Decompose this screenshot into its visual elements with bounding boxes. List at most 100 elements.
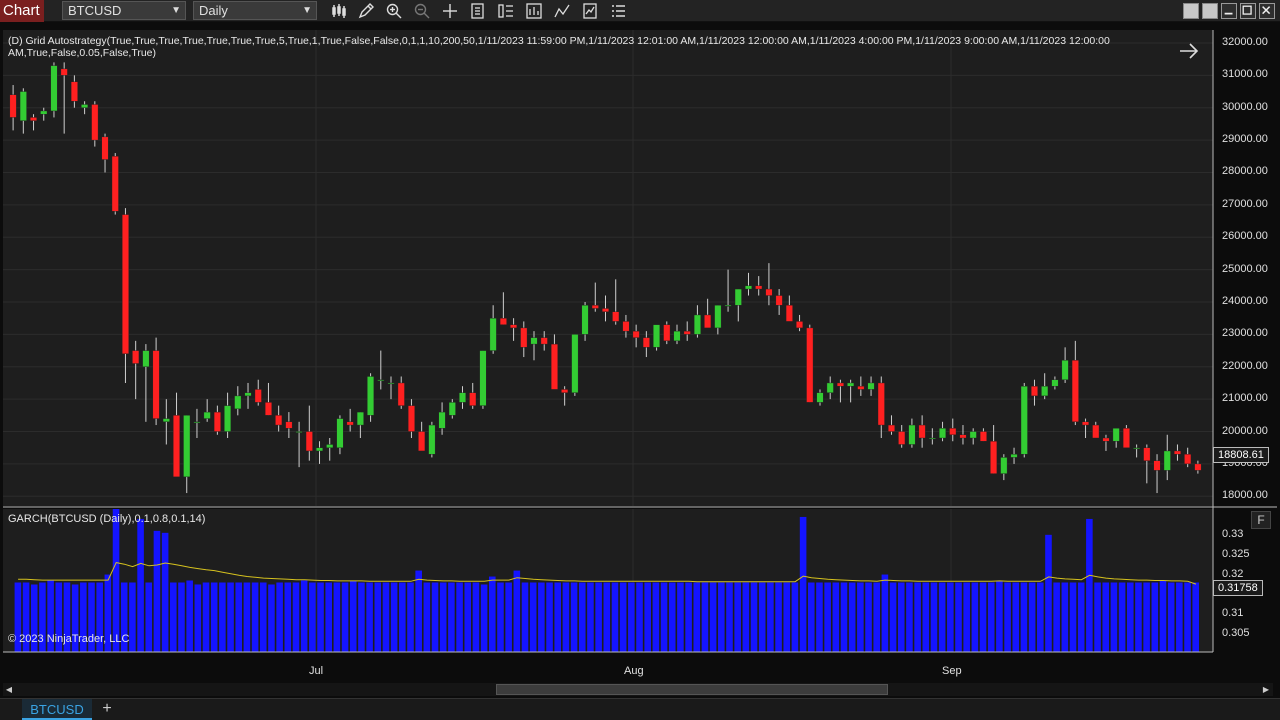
garch-bar — [807, 582, 815, 652]
garch-bar — [652, 582, 660, 652]
tab-btcusd[interactable]: BTCUSD — [22, 699, 92, 720]
garch-bar — [636, 582, 643, 652]
price-axis-label: 27000.00 — [1222, 197, 1268, 210]
candle-down — [152, 350, 160, 419]
price-axis-label: 32000.00 — [1222, 35, 1268, 48]
copyright-label: © 2023 NinjaTrader, LLC — [8, 633, 130, 645]
garch-bar — [595, 582, 602, 652]
garch-bar — [816, 582, 823, 652]
garch-bar — [521, 582, 529, 652]
garch-bar — [750, 582, 758, 652]
candle-up — [295, 431, 303, 433]
garch-bar — [497, 582, 504, 652]
garch-bar — [775, 582, 782, 652]
horizontal-scrollbar[interactable]: ◀ ▶ — [3, 683, 1273, 696]
candle-down — [1143, 447, 1151, 461]
candlestick-series — [9, 62, 1202, 494]
candle-up — [479, 350, 487, 406]
candle-up — [1051, 379, 1059, 387]
candle-up — [326, 444, 334, 448]
candle-down — [346, 421, 354, 426]
garch-bar — [1110, 582, 1118, 652]
candle-down — [510, 324, 518, 329]
indicator-axis-label: 0.31 — [1222, 607, 1244, 620]
garch-bar — [922, 582, 930, 652]
garch-bar — [251, 582, 259, 652]
chart-tab-bar: BTCUSD + — [0, 698, 1280, 720]
garch-bar — [546, 582, 553, 652]
strategy-label-line2: AM,True,False,0.05,False,True) — [8, 47, 157, 59]
candle-up — [193, 421, 201, 424]
garch-bar — [562, 582, 570, 652]
add-tab-icon[interactable]: + — [96, 699, 118, 720]
garch-bar — [1045, 534, 1052, 652]
garch-bar — [235, 582, 243, 652]
candle-up — [693, 314, 701, 335]
candle-up — [653, 324, 661, 348]
garch-bar — [799, 516, 807, 652]
garch-bar — [1176, 582, 1183, 652]
garch-bar — [366, 582, 373, 652]
garch-bar — [161, 532, 169, 652]
garch-bar — [219, 582, 226, 652]
garch-bar — [349, 580, 357, 652]
garch-bar — [194, 584, 202, 652]
indicator-f-button[interactable]: F — [1251, 511, 1271, 529]
garch-bar — [906, 582, 913, 652]
candle-up — [928, 437, 936, 440]
garch-bar — [685, 582, 692, 652]
garch-bar — [865, 582, 872, 652]
garch-bar — [227, 582, 234, 652]
garch-bar — [619, 582, 627, 652]
garch-bar — [578, 582, 586, 652]
garch-bar — [848, 582, 856, 652]
candle-down — [132, 350, 140, 364]
garch-bar — [824, 582, 831, 652]
scrollbar-thumb[interactable] — [496, 684, 888, 695]
garch-bar — [873, 582, 881, 652]
price-axis-label: 23000.00 — [1222, 327, 1268, 340]
candle-up — [1041, 385, 1049, 397]
garch-last-value-tag: 0.31758 — [1213, 580, 1263, 596]
candle-up — [162, 418, 170, 423]
candle-down — [418, 431, 426, 452]
garch-bar — [333, 582, 341, 652]
price-axis-label: 22000.00 — [1222, 359, 1268, 372]
garch-bar — [938, 582, 946, 652]
candle-down — [397, 382, 405, 406]
garch-bar — [881, 574, 889, 652]
candle-up — [816, 392, 824, 403]
garch-bar — [987, 582, 995, 652]
candle-down — [275, 415, 283, 426]
garch-bar — [300, 580, 308, 652]
garch-bar — [996, 580, 1003, 652]
candle-up — [1133, 447, 1141, 449]
garch-bar — [325, 582, 332, 652]
garch-bar — [210, 582, 218, 652]
candle-up — [387, 382, 395, 385]
garch-bar — [407, 582, 414, 652]
garch-bar — [628, 582, 635, 652]
garch-bar — [1151, 582, 1159, 652]
scroll-left-icon[interactable]: ◀ — [3, 684, 15, 695]
garch-bar — [129, 582, 136, 652]
candle-down — [407, 405, 415, 432]
garch-bar — [587, 582, 594, 652]
candle-down — [1092, 424, 1100, 439]
garch-bar — [611, 582, 619, 652]
scroll-to-latest-icon[interactable] — [1178, 42, 1200, 60]
garch-bar — [1143, 582, 1150, 652]
scroll-right-icon[interactable]: ▶ — [1260, 684, 1272, 695]
price-axis-label: 20000.00 — [1222, 424, 1268, 437]
candle-down — [1071, 360, 1079, 423]
garch-bar — [1086, 518, 1093, 652]
axis-separators — [3, 30, 1277, 653]
garch-bar — [742, 582, 750, 652]
candle-down — [857, 385, 865, 390]
time-axis-label-jul: Jul — [309, 665, 324, 677]
garch-bar — [603, 582, 611, 652]
garch-bar — [758, 582, 766, 652]
candle-up — [224, 405, 232, 432]
candle-up — [336, 418, 344, 448]
candle-down — [550, 343, 558, 390]
